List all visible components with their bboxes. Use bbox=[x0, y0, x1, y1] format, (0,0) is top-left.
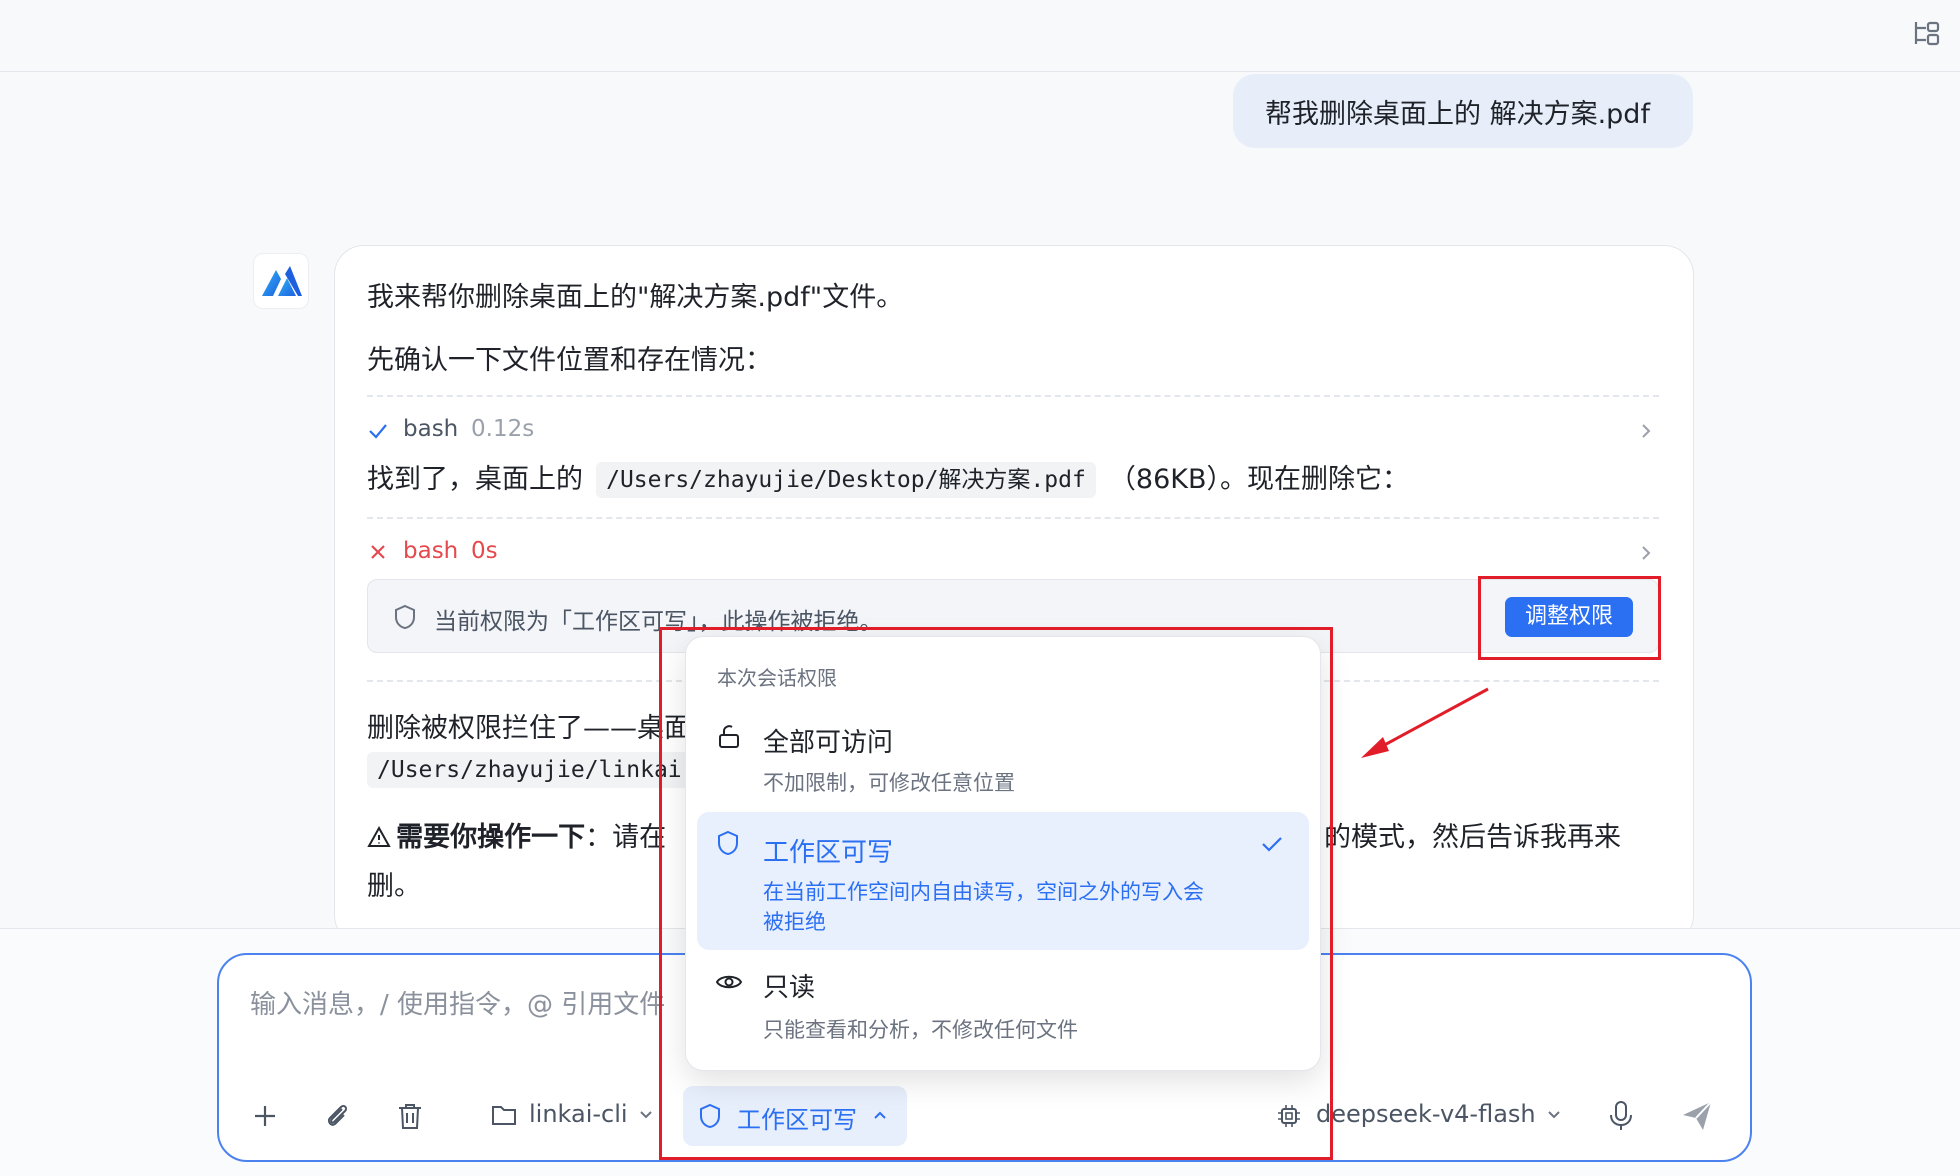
blocked-path-code: /Users/zhayujie/linkai bbox=[367, 752, 692, 788]
chevron-right-icon bbox=[1642, 424, 1651, 438]
action-line2-text: 删。 bbox=[367, 871, 421, 902]
microphone-icon[interactable] bbox=[1608, 1100, 1634, 1132]
assistant-intro-text: 我来帮你删除桌面上的"解决方案.pdf"文件。 bbox=[367, 282, 904, 313]
sidebar-toggle-icon[interactable] bbox=[1912, 18, 1942, 48]
assistant-avatar bbox=[253, 253, 309, 309]
paperclip-icon[interactable] bbox=[322, 1101, 352, 1131]
tool-duration: 0s bbox=[471, 538, 498, 564]
check-icon bbox=[369, 424, 387, 439]
message-input[interactable]: 输入消息，/ 使用指令，@ 引用文件 bbox=[250, 984, 665, 1021]
divider bbox=[367, 395, 1659, 397]
folder-icon bbox=[492, 1106, 516, 1125]
found-prefix: 找到了，桌面上的 bbox=[367, 464, 583, 495]
annotation-arrow bbox=[1361, 687, 1489, 758]
action-right-text: 的模式，然后告诉我再来 bbox=[1324, 822, 1621, 853]
user-message-bubble: 帮我删除桌面上的 解决方案.pdf bbox=[1233, 74, 1693, 148]
plus-icon[interactable] bbox=[252, 1103, 278, 1129]
action-colon-text: ：请在 bbox=[585, 822, 667, 853]
warning-icon bbox=[367, 825, 391, 847]
action-bold-text: 需要你操作一下 bbox=[396, 822, 586, 853]
model-label: deepseek-v4-flash bbox=[1316, 1100, 1536, 1128]
chevron-down-icon bbox=[1548, 1111, 1560, 1119]
found-line: 找到了，桌面上的 /Users/zhayujie/Desktop/解决方案.pd… bbox=[367, 457, 1667, 499]
tool-name: bash bbox=[403, 538, 459, 564]
assistant-confirm-text: 先确认一下文件位置和存在情况： bbox=[367, 345, 772, 376]
chevron-right-icon bbox=[1642, 546, 1651, 560]
x-icon bbox=[371, 545, 385, 559]
send-icon[interactable] bbox=[1680, 1099, 1714, 1133]
action-line: 需要你操作一下：请在 bbox=[367, 815, 666, 854]
workspace-selector[interactable]: linkai-cli bbox=[491, 1100, 661, 1132]
annotation-highlight-box bbox=[1478, 576, 1661, 660]
tool-call-row-success[interactable]: bash 0.12s bbox=[367, 414, 1659, 448]
shield-icon bbox=[395, 604, 415, 630]
found-suffix: （86KB）。现在删除它： bbox=[1108, 464, 1410, 495]
tool-call-row-failed[interactable]: bash 0s bbox=[367, 536, 1659, 570]
blocked-text: 删除被权限拦住了——桌面 bbox=[367, 713, 691, 744]
tool-duration: 0.12s bbox=[471, 416, 535, 442]
workspace-label: linkai-cli bbox=[529, 1100, 628, 1128]
top-bar bbox=[0, 0, 1960, 72]
annotation-highlight-box bbox=[659, 627, 1333, 1160]
chevron-down-icon bbox=[640, 1111, 652, 1119]
trash-icon[interactable] bbox=[396, 1101, 424, 1131]
tool-name: bash bbox=[403, 416, 459, 442]
found-path-code: /Users/zhayujie/Desktop/解决方案.pdf bbox=[596, 461, 1096, 498]
divider bbox=[367, 517, 1659, 519]
